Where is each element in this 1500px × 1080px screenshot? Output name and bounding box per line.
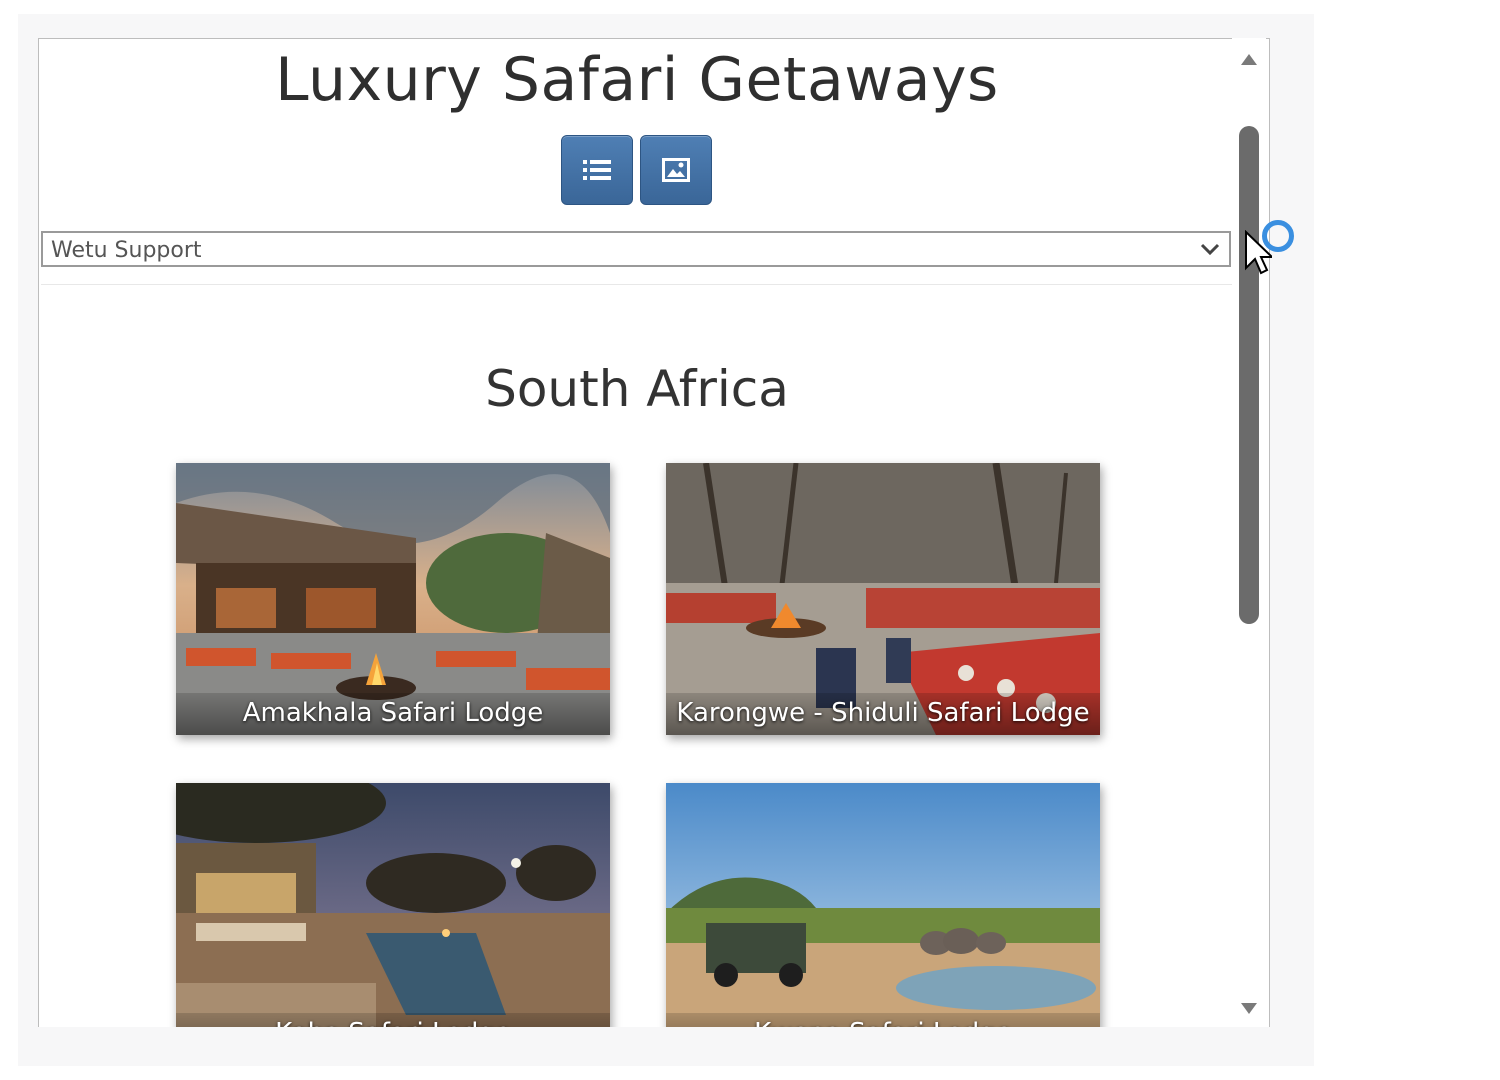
lodge-photo <box>176 783 610 1027</box>
region-title: South Africa <box>485 360 789 418</box>
lodge-name: Amakhala Safari Lodge <box>176 693 610 735</box>
lodge-card[interactable]: Amakhala Safari Lodge <box>176 463 610 735</box>
lodge-name: Kwena Safari Lodge <box>666 1013 1100 1027</box>
mouse-cursor-icon <box>1245 230 1272 275</box>
gallery-view-button[interactable] <box>640 135 712 205</box>
lodge-card[interactable]: Kwena Safari Lodge <box>666 783 1100 1027</box>
image-icon <box>662 158 690 182</box>
lodge-card[interactable]: Karongwe - Shiduli Safari Lodge <box>666 463 1100 735</box>
lodge-name: Karongwe - Shiduli Safari Lodge <box>666 693 1100 735</box>
list-view-button[interactable] <box>561 135 633 205</box>
page-title: Luxury Safari Getaways <box>275 45 999 115</box>
vertical-scrollbar[interactable] <box>1232 38 1266 1026</box>
content-frame: Luxury Safari Getaways Wetu Support Sout… <box>38 38 1270 1027</box>
lodge-photo <box>666 783 1100 1027</box>
scroll-content: Luxury Safari Getaways Wetu Support Sout… <box>39 39 1235 1027</box>
scrollbar-thumb[interactable] <box>1239 126 1259 624</box>
list-icon <box>583 160 611 180</box>
scroll-up-arrow-icon[interactable] <box>1240 52 1258 66</box>
property-select[interactable]: Wetu Support <box>41 231 1231 267</box>
select-value: Wetu Support <box>51 238 202 263</box>
lodge-name: Kaba Safari Lodge <box>176 1013 610 1027</box>
divider <box>41 284 1233 285</box>
scroll-down-arrow-icon[interactable] <box>1240 1002 1258 1016</box>
lodge-card[interactable]: Kaba Safari Lodge <box>176 783 610 1027</box>
chevron-down-icon <box>1200 243 1220 256</box>
